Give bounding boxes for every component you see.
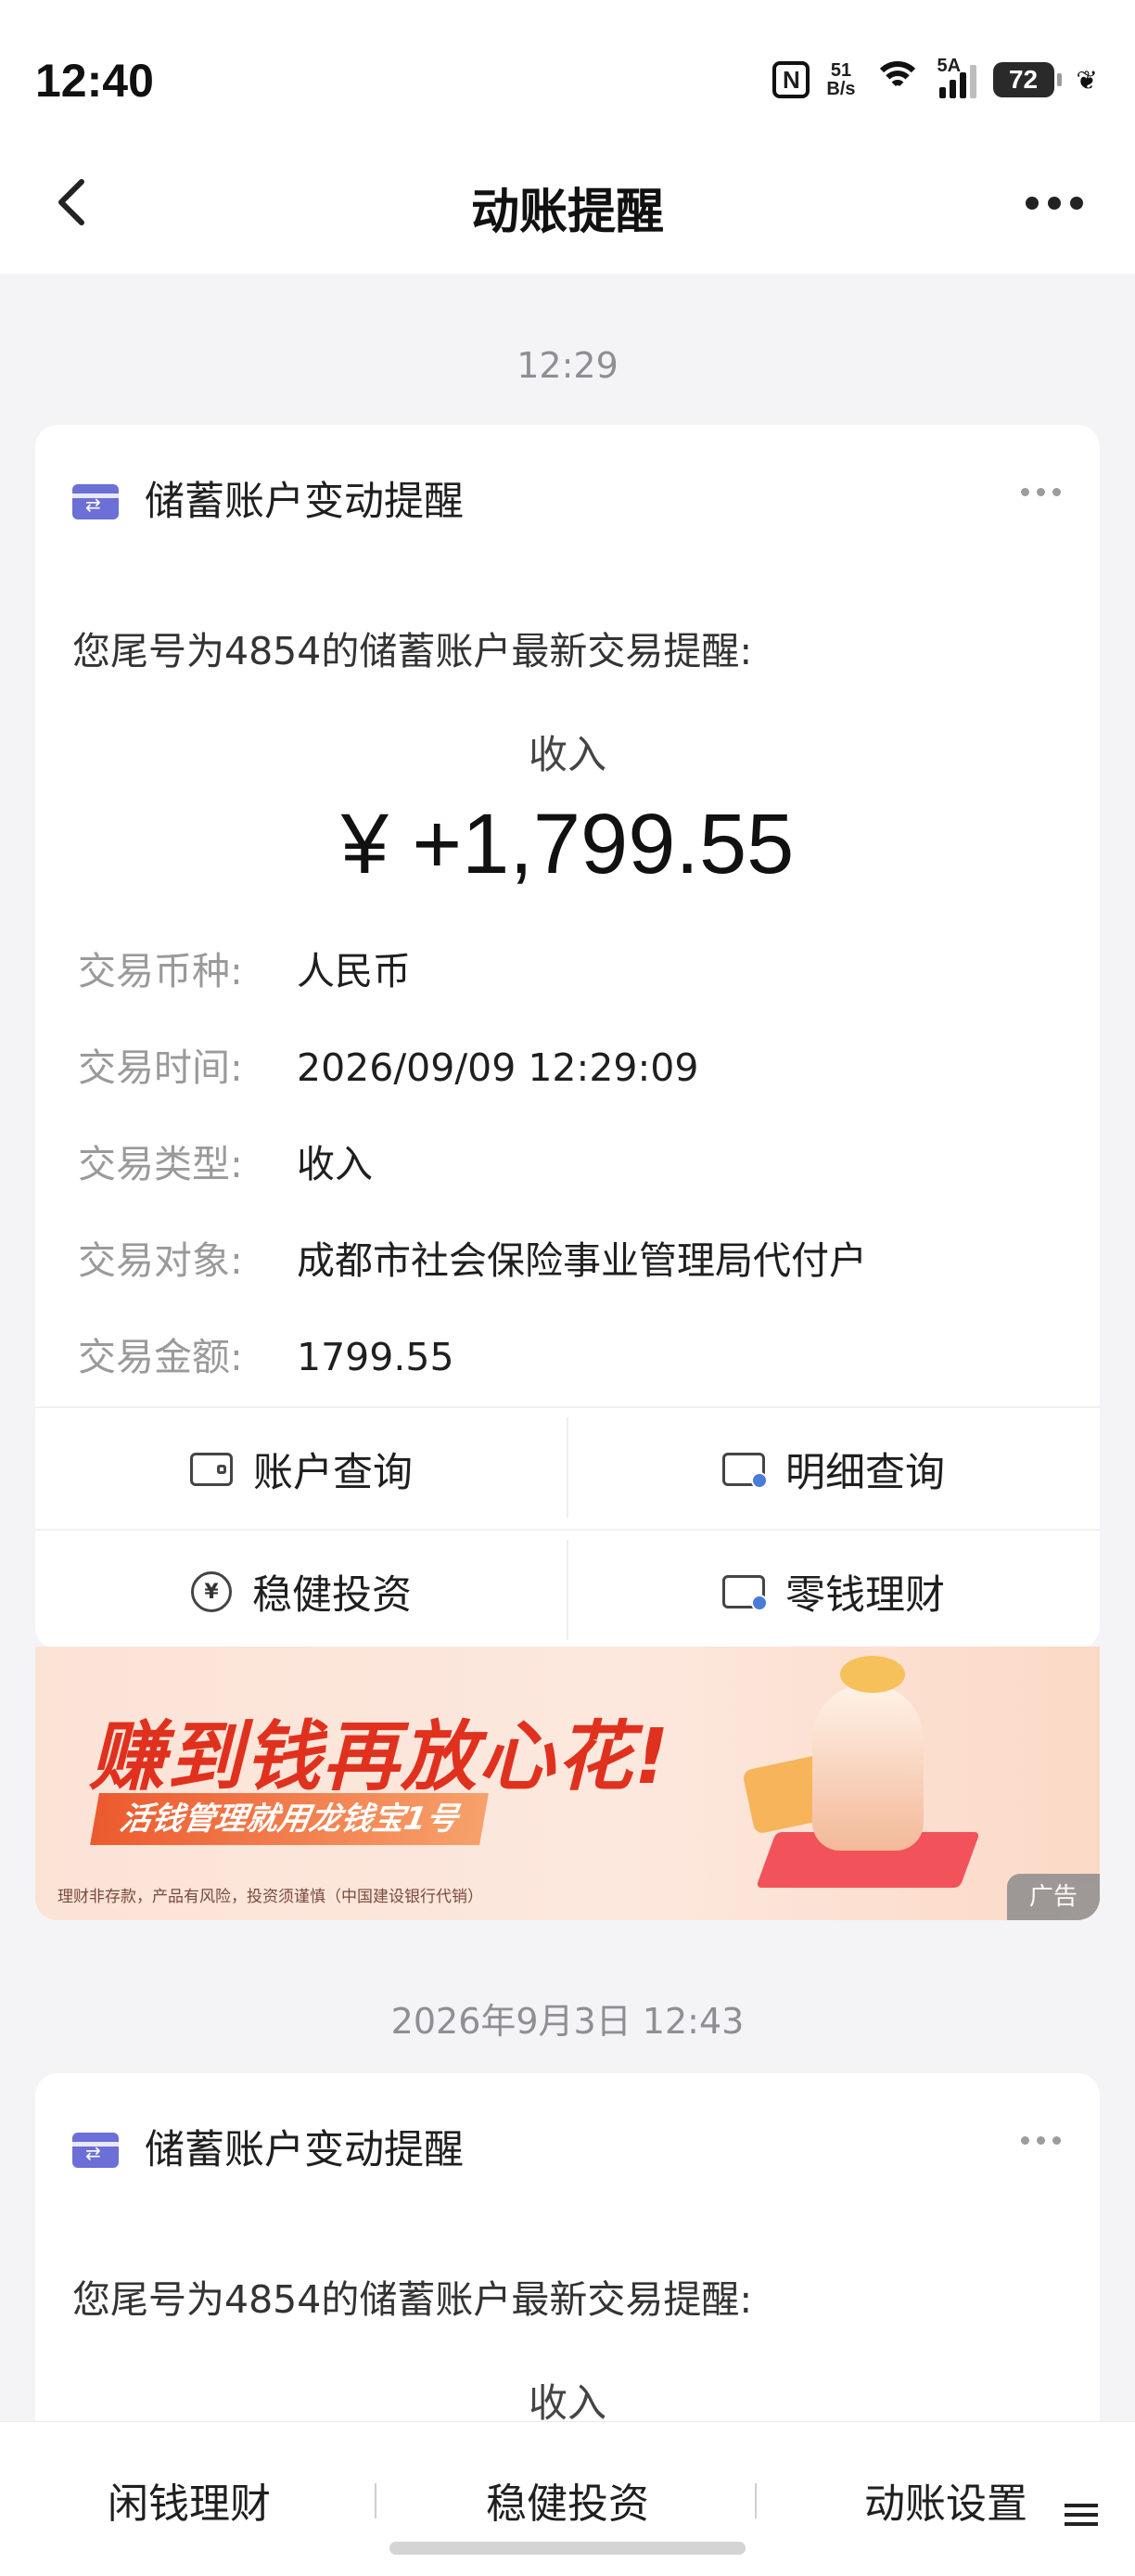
detail-value: 收入 xyxy=(297,1142,373,1186)
cell-signal-icon: 5A xyxy=(937,56,976,98)
notification-card: 储蓄账户变动提醒 您尾号为4854的储蓄账户最新交易提醒: 收入 ¥ +1,79… xyxy=(35,425,1100,1649)
notification-card: 储蓄账户变动提醒 您尾号为4854的储蓄账户最新交易提醒: 收入 xyxy=(35,2073,1100,2463)
detail-value: 1799.55 xyxy=(297,1335,454,1379)
detail-row-counterparty: 交易对象: 成都市社会保险事业管理局代付户 xyxy=(78,1229,867,1285)
transaction-type-label: 收入 xyxy=(528,732,606,777)
card-more-icon[interactable] xyxy=(1021,488,1061,496)
menu-icon xyxy=(1065,2504,1098,2531)
detail-key: 交易时间: xyxy=(78,1045,243,1090)
message-timestamp: 12:29 xyxy=(516,345,619,386)
card-title: 储蓄账户变动提醒 xyxy=(145,479,464,525)
more-options-icon[interactable] xyxy=(1026,197,1083,210)
battery-icon: 72 xyxy=(992,62,1062,97)
detail-key: 交易金额: xyxy=(78,1335,243,1379)
detail-key: 交易类型: xyxy=(78,1142,243,1186)
detail-value: 成都市社会保险事业管理局代付户 xyxy=(297,1238,867,1283)
banner-illustration xyxy=(742,1656,988,1906)
wifi-icon xyxy=(872,61,923,98)
home-indicator[interactable] xyxy=(389,2542,746,2555)
card-header: 储蓄账户变动提醒 xyxy=(35,425,1100,564)
card-header: 储蓄账户变动提醒 xyxy=(35,2073,1100,2212)
banner-disclaimer: 理财非存款，产品有风险，投资须谨慎（中国建设银行代销） xyxy=(57,1888,483,1906)
stable-invest-button[interactable]: ¥ 稳健投资 xyxy=(35,1531,568,1649)
detail-value: 人民币 xyxy=(297,949,411,993)
status-bar: 12:40 N 51 B/s 5A 72 ❦ xyxy=(0,0,1135,158)
transaction-type-label: 收入 xyxy=(528,2380,606,2426)
status-icons: N 51 B/s 5A 72 ❦ xyxy=(772,56,1098,98)
status-time: 12:40 xyxy=(35,55,154,107)
card-description: 您尾号为4854的储蓄账户最新交易提醒: xyxy=(72,629,753,673)
net-speed-unit: B/s xyxy=(826,79,856,99)
net-speed: 51 B/s xyxy=(826,61,855,98)
tab-idle-money[interactable]: 闲钱理财 xyxy=(0,2470,378,2530)
action-label: 零钱理财 xyxy=(785,1572,945,1619)
banner-slogan: 赚到钱再放心花! xyxy=(89,1713,671,1801)
detail-row-time: 交易时间: 2026/09/09 12:29:09 xyxy=(78,1036,698,1092)
detail-key: 交易对象: xyxy=(78,1238,243,1283)
card-title: 储蓄账户变动提醒 xyxy=(145,2127,464,2173)
ad-badge: 广告 xyxy=(1007,1874,1100,1920)
detail-row-amount: 交易金额: 1799.55 xyxy=(78,1326,454,1381)
tab-stable-invest[interactable]: 稳健投资 xyxy=(378,2470,757,2530)
nav-bar: 动账提醒 xyxy=(0,158,1135,274)
account-transfer-icon xyxy=(72,484,119,519)
promo-banner[interactable]: 赚到钱再放心花! 活钱管理就用龙钱宝1号 理财非存款，产品有风险，投资须谨慎（中… xyxy=(35,1647,1100,1920)
statement-query-button[interactable]: 明细查询 xyxy=(568,1408,1100,1531)
leaf-icon: ❦ xyxy=(1076,64,1098,96)
detail-value: 2026/09/09 12:29:09 xyxy=(297,1045,699,1090)
change-finance-button[interactable]: 零钱理财 xyxy=(568,1531,1100,1649)
account-transfer-icon xyxy=(72,2133,119,2168)
page-title: 动账提醒 xyxy=(470,185,664,240)
card-more-icon[interactable] xyxy=(1021,2136,1061,2145)
signal-label: 5A xyxy=(937,56,962,76)
message-timestamp: 2026年9月3日 12:43 xyxy=(390,2001,745,2042)
statement-icon xyxy=(722,1453,768,1489)
nfc-icon: N xyxy=(772,61,810,98)
transaction-amount: ¥ +1,799.55 xyxy=(340,797,795,891)
yuan-chart-icon: ¥ xyxy=(191,1571,232,1612)
divider xyxy=(375,2483,376,2518)
banner-subtitle: 活钱管理就用龙钱宝1号 xyxy=(90,1793,489,1845)
action-label: 账户查询 xyxy=(253,1450,413,1496)
action-label: 稳健投资 xyxy=(252,1572,412,1619)
net-speed-value: 51 xyxy=(830,60,852,81)
detail-row-currency: 交易币种: 人民币 xyxy=(78,940,411,995)
action-label: 明细查询 xyxy=(785,1450,945,1496)
card-description: 您尾号为4854的储蓄账户最新交易提醒: xyxy=(72,2277,753,2322)
detail-key: 交易币种: xyxy=(78,949,243,993)
wallet-icon xyxy=(190,1453,233,1486)
detail-row-type: 交易类型: 收入 xyxy=(78,1133,373,1188)
account-query-button[interactable]: 账户查询 xyxy=(35,1408,568,1531)
change-finance-icon xyxy=(722,1575,768,1611)
